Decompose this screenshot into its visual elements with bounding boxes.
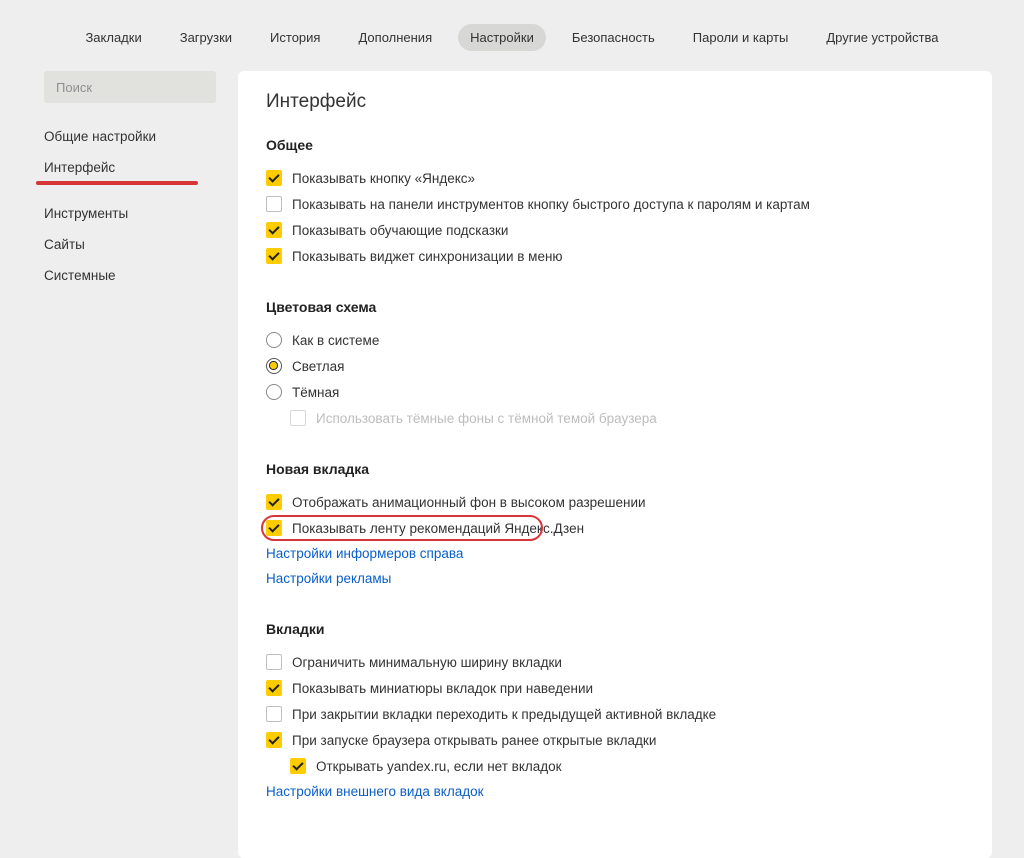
sidebar-item-system[interactable]: Системные <box>44 260 216 291</box>
nav-downloads[interactable]: Загрузки <box>168 24 244 51</box>
nav-passwords[interactable]: Пароли и карты <box>681 24 801 51</box>
setting-label: Как в системе <box>292 333 379 348</box>
nav-settings[interactable]: Настройки <box>458 24 546 51</box>
checkbox-icon <box>266 222 282 238</box>
setting-show-yandex-button[interactable]: Показывать кнопку «Яндекс» <box>266 165 964 191</box>
checkbox-icon <box>266 248 282 264</box>
section-tabs-heading: Вкладки <box>266 621 964 637</box>
checkbox-icon <box>290 410 306 426</box>
checkbox-icon <box>266 706 282 722</box>
section-general-heading: Общее <box>266 137 964 153</box>
setting-label: Показывать кнопку «Яндекс» <box>292 171 475 186</box>
checkbox-icon <box>266 170 282 186</box>
section-color-scheme-heading: Цветовая схема <box>266 299 964 315</box>
section-tabs: Вкладки Ограничить минимальную ширину вк… <box>266 621 964 804</box>
nav-history[interactable]: История <box>258 24 332 51</box>
setting-show-zen[interactable]: Показывать ленту рекомендаций Яндекс.Дзе… <box>266 515 964 541</box>
link-ads-settings[interactable]: Настройки рекламы <box>266 566 964 591</box>
nav-bookmarks[interactable]: Закладки <box>73 24 153 51</box>
setting-restore-tabs[interactable]: При запуске браузера открывать ранее отк… <box>266 727 964 753</box>
radio-color-dark[interactable]: Тёмная <box>266 379 964 405</box>
checkbox-icon <box>266 520 282 536</box>
setting-label: Открывать yandex.ru, если нет вкладок <box>316 759 562 774</box>
setting-hd-background[interactable]: Отображать анимационный фон в высоком ра… <box>266 489 964 515</box>
section-color-scheme: Цветовая схема Как в системе Светлая Тём… <box>266 299 964 431</box>
nav-other-devices[interactable]: Другие устройства <box>814 24 950 51</box>
radio-icon <box>266 332 282 348</box>
sidebar-item-general[interactable]: Общие настройки <box>44 121 216 152</box>
search-input[interactable] <box>44 71 216 103</box>
section-new-tab: Новая вкладка Отображать анимационный фо… <box>266 461 964 591</box>
setting-tab-thumbnails[interactable]: Показывать миниатюры вкладок при наведен… <box>266 675 964 701</box>
setting-show-password-button[interactable]: Показывать на панели инструментов кнопку… <box>266 191 964 217</box>
checkbox-icon <box>266 494 282 510</box>
setting-label: При запуске браузера открывать ранее отк… <box>292 733 656 748</box>
checkbox-icon <box>290 758 306 774</box>
section-new-tab-heading: Новая вкладка <box>266 461 964 477</box>
setting-label: Светлая <box>292 359 344 374</box>
radio-color-light[interactable]: Светлая <box>266 353 964 379</box>
setting-show-tips[interactable]: Показывать обучающие подсказки <box>266 217 964 243</box>
sidebar-item-interface[interactable]: Интерфейс <box>44 152 216 198</box>
checkbox-icon <box>266 654 282 670</box>
sidebar-item-tools[interactable]: Инструменты <box>44 198 216 229</box>
checkbox-icon <box>266 732 282 748</box>
sidebar-item-sites[interactable]: Сайты <box>44 229 216 260</box>
checkbox-icon <box>266 196 282 212</box>
setting-label: Ограничить минимальную ширину вкладки <box>292 655 562 670</box>
highlight-ring <box>36 181 198 185</box>
radio-icon <box>266 384 282 400</box>
checkbox-icon <box>266 680 282 696</box>
setting-label: Показывать ленту рекомендаций Яндекс.Дзе… <box>292 521 584 536</box>
nav-addons[interactable]: Дополнения <box>346 24 444 51</box>
setting-label: Отображать анимационный фон в высоком ра… <box>292 495 646 510</box>
setting-prev-active-tab[interactable]: При закрытии вкладки переходить к предыд… <box>266 701 964 727</box>
setting-label: Показывать виджет синхронизации в меню <box>292 249 563 264</box>
setting-open-yandex-if-empty[interactable]: Открывать yandex.ru, если нет вкладок <box>266 753 964 779</box>
setting-limit-tab-width[interactable]: Ограничить минимальную ширину вкладки <box>266 649 964 675</box>
setting-label: Показывать на панели инструментов кнопку… <box>292 197 810 212</box>
section-general: Общее Показывать кнопку «Яндекс» Показыв… <box>266 137 964 269</box>
nav-security[interactable]: Безопасность <box>560 24 667 51</box>
top-nav: Закладки Загрузки История Дополнения Нас… <box>0 0 1024 71</box>
setting-label: Использовать тёмные фоны с тёмной темой … <box>316 411 657 426</box>
link-tab-appearance[interactable]: Настройки внешнего вида вкладок <box>266 779 964 804</box>
setting-label: Показывать миниатюры вкладок при наведен… <box>292 681 593 696</box>
link-informer-settings[interactable]: Настройки информеров справа <box>266 541 964 566</box>
setting-label: Тёмная <box>292 385 339 400</box>
setting-show-sync-widget[interactable]: Показывать виджет синхронизации в меню <box>266 243 964 269</box>
setting-use-dark-backgrounds: Использовать тёмные фоны с тёмной темой … <box>266 405 964 431</box>
setting-label: При закрытии вкладки переходить к предыд… <box>292 707 716 722</box>
content-panel: Интерфейс Общее Показывать кнопку «Яндек… <box>238 71 992 858</box>
sidebar: Общие настройки Интерфейс Инструменты Са… <box>44 71 216 858</box>
setting-label: Показывать обучающие подсказки <box>292 223 508 238</box>
radio-icon <box>266 358 282 374</box>
radio-color-system[interactable]: Как в системе <box>266 327 964 353</box>
page-title: Интерфейс <box>266 91 964 113</box>
